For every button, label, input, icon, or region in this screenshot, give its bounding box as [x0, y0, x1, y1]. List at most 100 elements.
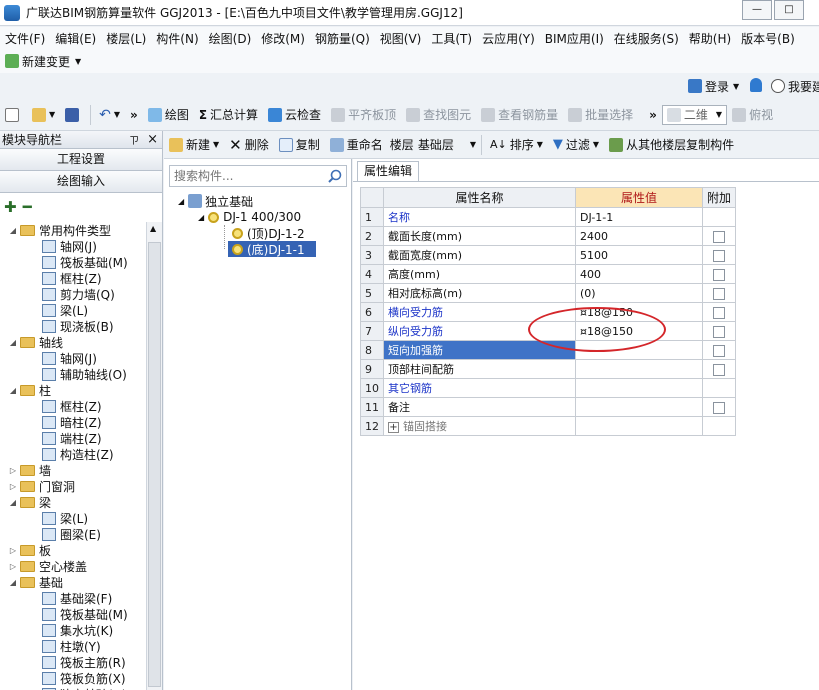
property-value-cell[interactable]: [575, 378, 703, 398]
new-component-button[interactable]: 新建 ▼: [164, 133, 224, 157]
property-value-cell[interactable]: [575, 397, 703, 417]
tree-child-bottom[interactable]: (底)DJ-1-1: [228, 241, 316, 257]
property-row[interactable]: 4 高度(mm) 400: [360, 264, 737, 284]
maximize-button[interactable]: □: [774, 0, 804, 20]
top-view-button[interactable]: 俯视: [727, 103, 778, 127]
expand-toggle-icon[interactable]: ◢: [8, 226, 18, 235]
menu-item[interactable]: 楼层(L): [101, 30, 151, 47]
nav-component-item[interactable]: 柱墩(Y): [42, 638, 101, 654]
batch-select-button[interactable]: 批量选择: [563, 103, 638, 127]
collapse-toggle-icon[interactable]: ◢: [198, 213, 204, 222]
property-row[interactable]: 11 备注: [360, 397, 737, 417]
cloud-check-button[interactable]: 云检查: [263, 103, 326, 127]
nav-component-item[interactable]: 基础梁(F): [42, 590, 112, 606]
tab-property-edit[interactable]: 属性编辑: [357, 161, 420, 181]
draw-input-button[interactable]: 绘图输入: [0, 171, 162, 193]
property-value-cell[interactable]: (0): [575, 283, 703, 303]
property-value-cell[interactable]: [575, 416, 703, 436]
menu-item[interactable]: 钢筋量(Q): [310, 30, 375, 47]
overflow-chevron-2[interactable]: »: [644, 103, 662, 127]
property-row[interactable]: 9 顶部柱间配筋: [360, 359, 737, 379]
menu-item[interactable]: 帮助(H): [684, 30, 736, 47]
attach-checkbox[interactable]: [713, 344, 725, 357]
nav-component-item[interactable]: 梁(L): [42, 510, 88, 526]
view-rebar-button[interactable]: 查看钢筋量: [476, 103, 563, 127]
nav-category[interactable]: ◢ 柱: [8, 382, 51, 398]
nav-component-item[interactable]: 轴网(J): [42, 350, 97, 366]
project-settings-button[interactable]: 工程设置: [0, 149, 162, 171]
copy-from-floor-button[interactable]: 从其他楼层复制构件: [604, 133, 739, 157]
tree-item-dj1[interactable]: ◢ DJ-1 400/300: [198, 209, 301, 225]
minimize-button[interactable]: —: [742, 0, 772, 20]
property-row[interactable]: 1 名称 DJ-1-1: [360, 207, 737, 227]
property-value-cell[interactable]: DJ-1-1: [575, 207, 703, 227]
menu-item[interactable]: 视图(V): [375, 30, 427, 47]
nav-component-item[interactable]: 端柱(Z): [42, 430, 102, 446]
attach-checkbox[interactable]: [713, 230, 725, 243]
nav-component-item[interactable]: 筏板基础(M): [42, 254, 128, 270]
property-row[interactable]: 3 截面宽度(mm) 5100: [360, 245, 737, 265]
tree-root-isolated-foundation[interactable]: ◢ 独立基础: [178, 193, 253, 209]
nav-component-item[interactable]: 剪力墙(Q): [42, 286, 115, 302]
nav-component-item[interactable]: 筏板主筋(R): [42, 654, 126, 670]
attach-checkbox[interactable]: [713, 363, 725, 376]
nav-category[interactable]: ◢ 梁: [8, 494, 51, 510]
nav-component-item[interactable]: 构造柱(Z): [42, 446, 114, 462]
tree-child-top[interactable]: (顶)DJ-1-2: [232, 225, 305, 241]
pin-icon[interactable]: ㄗ: [129, 132, 139, 147]
find-element-button[interactable]: 查找图元: [401, 103, 476, 127]
nav-category[interactable]: ◢ 基础: [8, 574, 63, 590]
property-row[interactable]: 12 + 锚固搭接: [360, 416, 737, 436]
save-button[interactable]: [60, 103, 87, 127]
rename-button[interactable]: 重命名: [325, 133, 388, 157]
floor-select[interactable]: 基础层 ▼: [416, 133, 478, 157]
copy-button[interactable]: 复制: [274, 133, 325, 157]
nav-component-item[interactable]: 轴网(J): [42, 238, 97, 254]
level-slab-button[interactable]: 平齐板顶: [326, 103, 401, 127]
collapse-all-icon[interactable]: ━: [23, 198, 32, 216]
menu-item[interactable]: 在线服务(S): [609, 30, 684, 47]
login-button[interactable]: 登录 ▼: [683, 74, 744, 98]
property-row[interactable]: 5 相对底标高(m) (0): [360, 283, 737, 303]
attach-checkbox[interactable]: [713, 325, 725, 338]
nav-component-item[interactable]: 集水坑(K): [42, 622, 113, 638]
expand-toggle-icon[interactable]: ▷: [8, 546, 18, 555]
expand-toggle-icon[interactable]: ◢: [8, 498, 18, 507]
nav-scrollbar[interactable]: ▲: [146, 222, 162, 690]
nav-component-item[interactable]: 梁(L): [42, 302, 88, 318]
attach-checkbox[interactable]: [713, 268, 725, 281]
filter-button[interactable]: ▼ 过滤 ▼: [548, 133, 604, 157]
nav-category[interactable]: ▷ 板: [8, 542, 51, 558]
attach-checkbox[interactable]: [713, 249, 725, 262]
expand-toggle-icon[interactable]: ▷: [8, 562, 18, 571]
expand-all-icon[interactable]: ✚: [4, 198, 17, 216]
open-file-button[interactable]: ▼: [27, 103, 60, 127]
expand-toggle-icon[interactable]: ▷: [8, 466, 18, 475]
attach-checkbox[interactable]: [713, 287, 725, 300]
menu-item[interactable]: 文件(F): [0, 30, 50, 47]
undo-button[interactable]: ↶ ▼: [94, 103, 125, 127]
scroll-up-icon[interactable]: ▲: [150, 224, 156, 233]
property-row[interactable]: 2 截面长度(mm) 2400: [360, 226, 737, 246]
bell-icon[interactable]: [750, 78, 762, 92]
want-to-build-button[interactable]: 我要建: [766, 74, 819, 98]
menu-item[interactable]: 绘图(D): [204, 30, 257, 47]
nav-component-item[interactable]: 辅助轴线(O): [42, 366, 127, 382]
search-icon[interactable]: [327, 168, 343, 184]
expand-toggle-icon[interactable]: ◢: [8, 338, 18, 347]
nav-component-item[interactable]: 框柱(Z): [42, 270, 102, 286]
menu-item[interactable]: 工具(T): [426, 30, 477, 47]
nav-component-item[interactable]: 筏板基础(M): [42, 606, 128, 622]
search-component-input[interactable]: [169, 165, 347, 187]
new-file-button[interactable]: [0, 103, 27, 127]
nav-component-item[interactable]: 筏板负筋(X): [42, 670, 126, 686]
draw-button[interactable]: 绘图: [143, 103, 194, 127]
menu-item[interactable]: 版本号(B): [736, 30, 800, 47]
new-change-button[interactable]: 新建变更 ▼: [0, 49, 86, 73]
nav-category[interactable]: ◢ 常用构件类型: [8, 222, 111, 238]
collapse-toggle-icon[interactable]: ◢: [178, 197, 184, 206]
nav-category[interactable]: ◢ 轴线: [8, 334, 63, 350]
nav-category[interactable]: ▷ 空心楼盖: [8, 558, 87, 574]
property-value-cell[interactable]: [575, 359, 703, 379]
delete-button[interactable]: ✕ 删除: [224, 133, 274, 157]
